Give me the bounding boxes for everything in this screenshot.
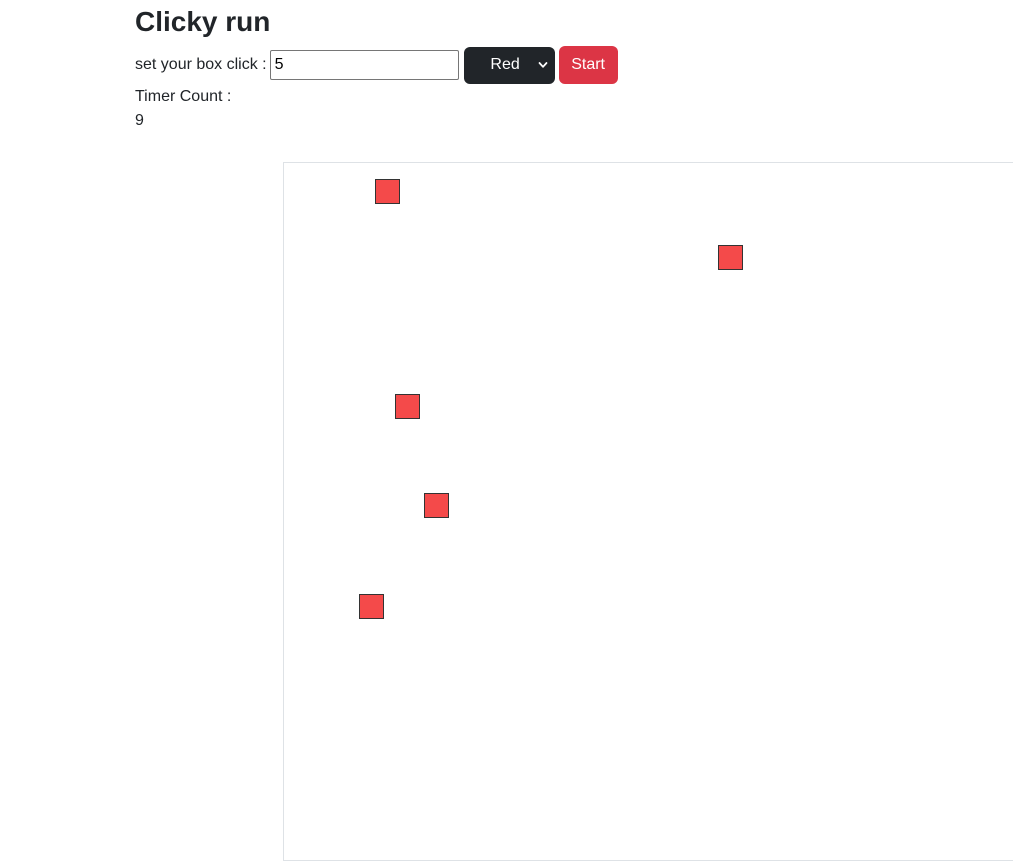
color-select[interactable]: Red	[463, 46, 555, 84]
start-button[interactable]: Start	[558, 46, 618, 84]
target-box[interactable]	[424, 493, 449, 518]
page-title: Clicky run	[135, 6, 271, 37]
timer-label: Timer Count :	[135, 88, 232, 105]
target-box[interactable]	[375, 179, 400, 204]
target-box[interactable]	[395, 394, 420, 419]
box-click-label: set your box click :	[135, 56, 267, 73]
controls-row: set your box click : Red Start	[135, 46, 618, 84]
timer-value: 9	[135, 112, 144, 129]
play-area	[283, 162, 1013, 861]
target-box[interactable]	[359, 594, 384, 619]
chevron-down-icon	[538, 61, 548, 68]
box-click-input[interactable]	[269, 50, 459, 80]
color-select-value: Red	[490, 56, 520, 73]
target-box[interactable]	[718, 245, 743, 270]
